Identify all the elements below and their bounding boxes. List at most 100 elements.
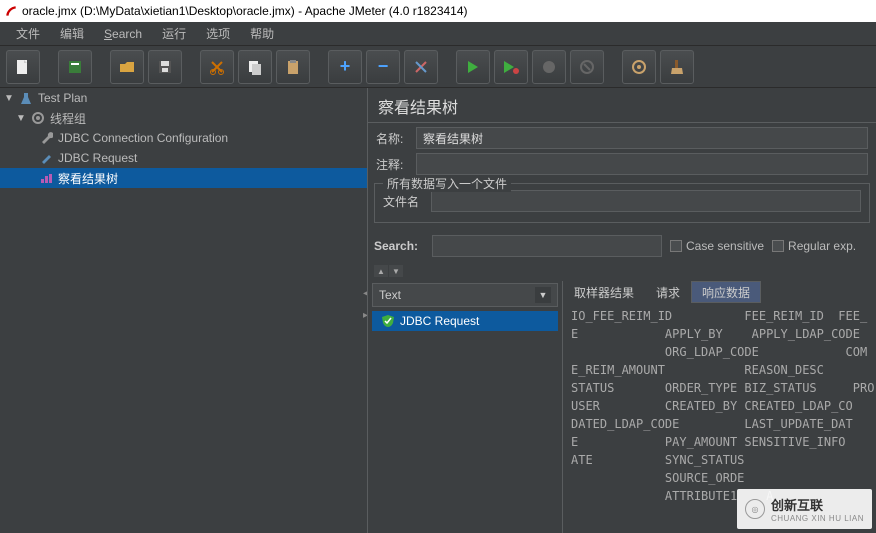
tree-node-view-results[interactable]: 察看结果树 (0, 168, 367, 188)
nav-arrows: ▲ ▼ (368, 265, 876, 281)
stop-icon (542, 60, 556, 74)
main-area: ▼ Test Plan ▼ 线程组 JDBC Connection Config… (0, 88, 876, 533)
caret-down-icon: ▼ (535, 287, 551, 303)
tb-expand[interactable]: + (328, 50, 362, 84)
window-title: oracle.jmx (D:\MyData\xietian1\Desktop\o… (22, 4, 468, 18)
tab-response-data[interactable]: 响应数据 (691, 281, 761, 303)
tb-paste[interactable] (276, 50, 310, 84)
tree-toggle-icon[interactable]: ▼ (16, 113, 26, 124)
play-dot-icon (502, 60, 520, 74)
pipette-icon (38, 150, 54, 166)
sample-label: JDBC Request (400, 314, 479, 328)
broom-gear-icon (630, 58, 648, 76)
watermark: ◎ 创新互联 CHUANG XIN HU LIAN (737, 489, 872, 529)
clipboard-icon (284, 58, 302, 76)
next-arrow[interactable]: ▼ (389, 265, 403, 277)
tb-start-no-timers[interactable] (494, 50, 528, 84)
comment-label: 注释: (376, 156, 416, 173)
tb-open[interactable] (110, 50, 144, 84)
panel-title: 察看结果树 (368, 88, 876, 123)
menu-options[interactable]: 选项 (196, 23, 240, 44)
write-all-fieldset: 所有数据写入一个文件 文件名 (374, 183, 870, 223)
filename-input[interactable] (431, 190, 861, 212)
tab-sampler-result[interactable]: 取样器结果 (563, 281, 645, 303)
result-tabs: 取样器结果 请求 响应数据 (563, 281, 876, 303)
broom-icon (668, 58, 686, 76)
sample-tree[interactable]: JDBC Request (368, 307, 562, 533)
menu-help[interactable]: 帮助 (240, 23, 284, 44)
menu-search[interactable]: Search (94, 25, 152, 43)
case-sensitive-checkbox[interactable]: Case sensitive (670, 239, 764, 253)
toolbar: + − (0, 46, 876, 88)
checkbox-icon (772, 240, 784, 252)
filename-label: 文件名 (383, 193, 431, 210)
test-plan-tree[interactable]: ▼ Test Plan ▼ 线程组 JDBC Connection Config… (0, 88, 368, 533)
flask-icon (18, 90, 34, 106)
play-icon (466, 60, 480, 74)
prev-arrow[interactable]: ▲ (374, 265, 388, 277)
shield-ok-icon (380, 313, 396, 329)
save-icon (156, 58, 174, 76)
tb-shutdown[interactable] (570, 50, 604, 84)
tb-copy[interactable] (238, 50, 272, 84)
split-handle[interactable]: ◂ ▸ (360, 288, 368, 325)
tree-label: 线程组 (50, 110, 86, 127)
case-sensitive-label: Case sensitive (686, 239, 764, 253)
menu-edit[interactable]: 编辑 (50, 23, 94, 44)
menu-bar: 文件 编辑 Search 运行 选项 帮助 (0, 22, 876, 46)
tree-node-jdbc-conn[interactable]: JDBC Connection Configuration (0, 128, 367, 148)
gear-icon (30, 110, 46, 126)
render-dropdown[interactable]: Text ▼ (372, 283, 558, 307)
tb-toggle[interactable] (404, 50, 438, 84)
tb-stop[interactable] (532, 50, 566, 84)
plus-icon: + (340, 56, 351, 77)
tree-node-jdbc-request[interactable]: JDBC Request (0, 148, 367, 168)
menu-file[interactable]: 文件 (6, 23, 50, 44)
tree-node-test-plan[interactable]: ▼ Test Plan (0, 88, 367, 108)
tree-label: 察看结果树 (58, 170, 118, 187)
results-left: Text ▼ JDBC Request (368, 281, 563, 533)
tree-label: JDBC Request (58, 151, 137, 165)
dropdown-label: Text (379, 288, 401, 302)
tb-cut[interactable] (200, 50, 234, 84)
copy-icon (246, 58, 264, 76)
tab-request[interactable]: 请求 (645, 281, 691, 303)
tb-new[interactable] (6, 50, 40, 84)
watermark-text: 创新互联 (771, 495, 864, 514)
fieldset-legend: 所有数据写入一个文件 (383, 175, 511, 192)
title-bar: oracle.jmx (D:\MyData\xietian1\Desktop\o… (0, 0, 876, 22)
menu-run[interactable]: 运行 (152, 23, 196, 44)
book-icon (66, 58, 84, 76)
tb-clear-all[interactable] (660, 50, 694, 84)
sample-item[interactable]: JDBC Request (372, 311, 558, 331)
wrench-icon (38, 130, 54, 146)
tb-clear[interactable] (622, 50, 656, 84)
listener-panel: 察看结果树 名称: 注释: 所有数据写入一个文件 文件名 Search: Cas… (368, 88, 876, 533)
page-icon (14, 58, 32, 76)
name-label: 名称: (376, 130, 416, 147)
search-input[interactable] (432, 235, 662, 257)
tb-save[interactable] (148, 50, 182, 84)
search-row: Search: Case sensitive Regular exp. (368, 227, 876, 265)
checkbox-icon (670, 240, 682, 252)
search-label: Search: (374, 239, 424, 253)
tree-label: JDBC Connection Configuration (58, 131, 228, 145)
shutdown-icon (580, 60, 594, 74)
regex-checkbox[interactable]: Regular exp. (772, 239, 856, 253)
tree-node-thread-group[interactable]: ▼ 线程组 (0, 108, 367, 128)
tb-start[interactable] (456, 50, 490, 84)
chart-icon (38, 170, 54, 186)
name-input[interactable] (416, 127, 868, 149)
watermark-logo-icon: ◎ (745, 499, 765, 519)
folder-open-icon (118, 58, 136, 76)
minus-icon: − (378, 56, 389, 77)
regex-label: Regular exp. (788, 239, 856, 253)
tb-templates[interactable] (58, 50, 92, 84)
scissors-icon (208, 58, 226, 76)
tb-collapse[interactable]: − (366, 50, 400, 84)
comment-input[interactable] (416, 153, 868, 175)
tree-toggle-icon[interactable]: ▼ (4, 93, 14, 104)
wand-icon (412, 58, 430, 76)
tree-label: Test Plan (38, 91, 87, 105)
watermark-sub: CHUANG XIN HU LIAN (771, 514, 864, 523)
